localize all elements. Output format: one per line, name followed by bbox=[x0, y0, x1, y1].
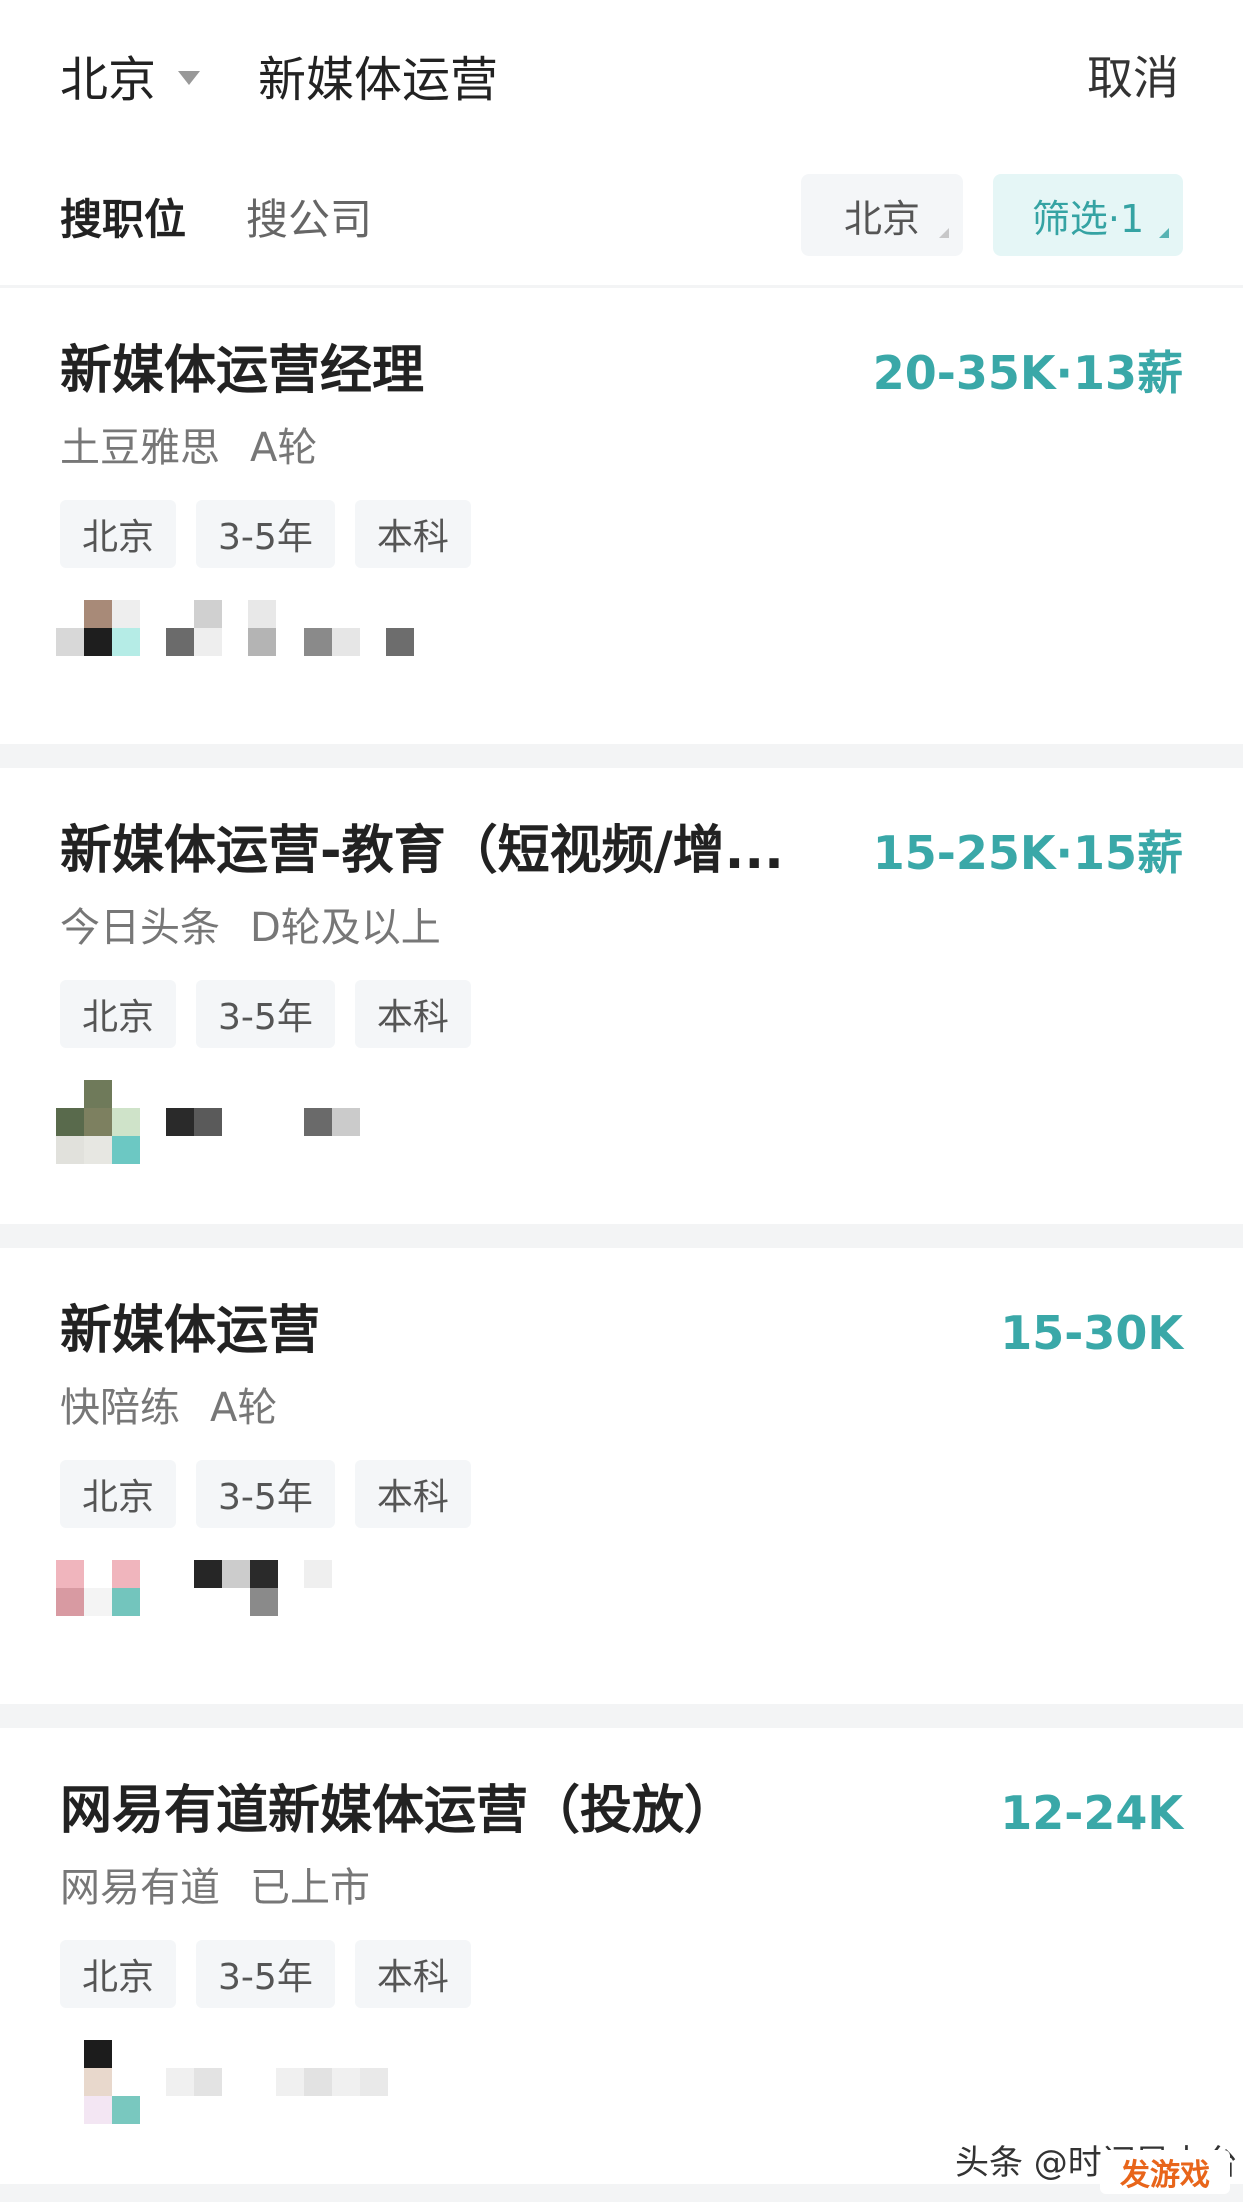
company-stage: A轮 bbox=[250, 425, 318, 471]
company-name: 今日头条 bbox=[60, 905, 220, 951]
job-salary: 12-24K bbox=[1000, 1786, 1183, 1840]
company-stage: D轮及以上 bbox=[250, 905, 441, 951]
company-name: 网易有道 bbox=[60, 1865, 220, 1911]
job-tags: 北京 3-5年 本科 bbox=[60, 500, 471, 568]
company-stage: A轮 bbox=[210, 1385, 278, 1431]
company-name: 土豆雅思 bbox=[60, 425, 220, 471]
company-info: 今日头条 D轮及以上 bbox=[60, 900, 441, 956]
tag-city: 北京 bbox=[60, 1460, 177, 1528]
tag-experience: 3-5年 bbox=[196, 1460, 335, 1528]
company-info: 网易有道 已上市 bbox=[60, 1860, 370, 1916]
tag-education: 本科 bbox=[354, 1460, 471, 1528]
filter-label: 筛选·1 bbox=[1031, 196, 1145, 241]
tag-education: 本科 bbox=[354, 980, 471, 1048]
job-title[interactable]: 网易有道新媒体运营（投放） bbox=[60, 1776, 840, 1846]
recruiter-info-pixelated bbox=[56, 600, 436, 684]
job-card[interactable]: 新媒体运营经理 20-35K·13薪 土豆雅思 A轮 北京 3-5年 本科 bbox=[0, 288, 1243, 744]
tag-experience: 3-5年 bbox=[196, 500, 335, 568]
tag-city: 北京 bbox=[60, 980, 177, 1048]
recruiter-info-pixelated bbox=[56, 1560, 436, 1644]
job-salary: 15-30K bbox=[1000, 1306, 1183, 1360]
job-card[interactable]: 新媒体运营-教育（短视频/增... 15-25K·15薪 今日头条 D轮及以上 北… bbox=[0, 768, 1243, 1224]
job-title[interactable]: 新媒体运营 bbox=[60, 1296, 840, 1366]
job-card[interactable]: 网易有道新媒体运营（投放） 12-24K 网易有道 已上市 北京 3-5年 本科 bbox=[0, 1728, 1243, 2184]
tag-education: 本科 bbox=[354, 1940, 471, 2008]
filter-chip[interactable]: 筛选·1 bbox=[993, 174, 1183, 256]
site-logo: 发游戏 bbox=[1100, 2150, 1230, 2194]
job-salary: 15-25K·15薪 bbox=[872, 826, 1183, 880]
city-filter-chip[interactable]: 北京 bbox=[801, 174, 963, 256]
job-card[interactable]: 新媒体运营 15-30K 快陪练 A轮 北京 3-5年 本科 bbox=[0, 1248, 1243, 1704]
corner-triangle-icon bbox=[939, 228, 949, 238]
job-tags: 北京 3-5年 本科 bbox=[60, 1940, 471, 2008]
recruiter-info-pixelated bbox=[56, 2040, 436, 2124]
company-info: 土豆雅思 A轮 bbox=[60, 420, 317, 476]
company-stage: 已上市 bbox=[250, 1865, 370, 1911]
city-filter-label: 北京 bbox=[843, 196, 920, 241]
job-title[interactable]: 新媒体运营-教育（短视频/增... bbox=[60, 816, 840, 886]
city-selector-label: 北京 bbox=[60, 52, 157, 108]
tag-experience: 3-5年 bbox=[196, 1940, 335, 2008]
company-name: 快陪练 bbox=[60, 1385, 180, 1431]
tab-search-jobs[interactable]: 搜职位 bbox=[60, 186, 186, 246]
job-title[interactable]: 新媒体运营经理 bbox=[60, 336, 840, 406]
tag-education: 本科 bbox=[354, 500, 471, 568]
tag-city: 北京 bbox=[60, 1940, 177, 2008]
job-salary: 20-35K·13薪 bbox=[872, 346, 1183, 400]
job-tags: 北京 3-5年 本科 bbox=[60, 1460, 471, 1528]
caret-down-icon bbox=[178, 71, 201, 85]
recruiter-info-pixelated bbox=[56, 1080, 436, 1164]
search-header: 北京 取消 搜职位 搜公司 北京 筛选·1 bbox=[0, 0, 1243, 285]
city-selector[interactable]: 北京 bbox=[60, 40, 201, 110]
job-tags: 北京 3-5年 本科 bbox=[60, 980, 471, 1048]
cancel-button[interactable]: 取消 bbox=[1087, 40, 1179, 110]
tag-city: 北京 bbox=[60, 500, 177, 568]
search-input[interactable] bbox=[258, 40, 958, 110]
tag-experience: 3-5年 bbox=[196, 980, 335, 1048]
company-info: 快陪练 A轮 bbox=[60, 1380, 277, 1436]
corner-triangle-icon bbox=[1159, 228, 1169, 238]
tab-search-companies[interactable]: 搜公司 bbox=[246, 186, 372, 246]
